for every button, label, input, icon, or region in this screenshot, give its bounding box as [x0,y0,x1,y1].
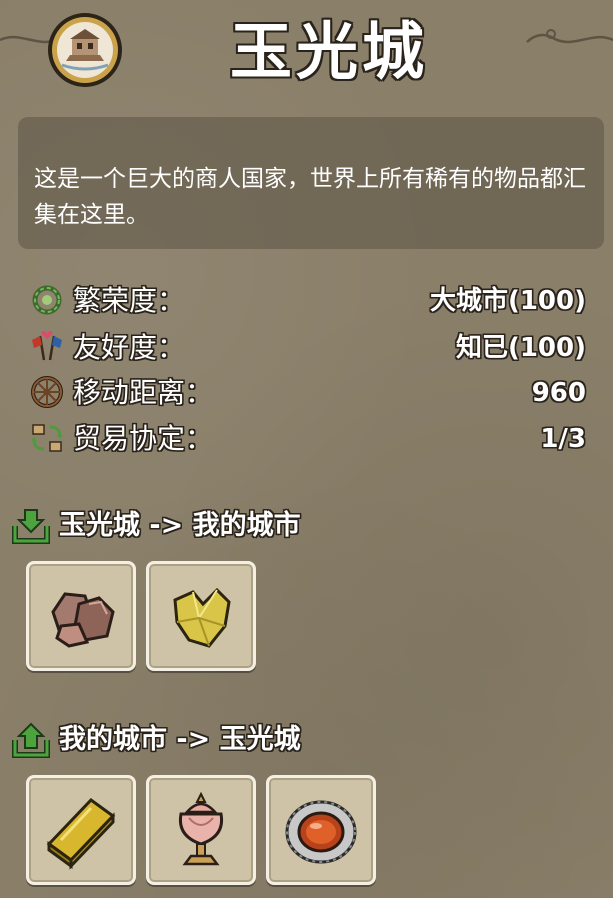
import-item-slot[interactable] [26,561,136,671]
stat-row-distance: 移动距离： 960 [30,373,586,413]
copper-ore-icon [51,592,115,648]
city-description: 这是一个巨大的商人国家，世界上所有稀有的物品都汇集在这里。 [34,166,586,228]
export-item-slot[interactable] [266,775,376,885]
stat-row-friendship: 友好度： 知已(100) [30,328,586,368]
stat-value: 大城市(100) [429,286,586,316]
stat-row-prosperity: 繁荣度： 大城市(100) [30,281,586,321]
export-route-label: 我的城市 -> 玉光城 [59,724,301,755]
harbor-emblem-icon[interactable] [46,11,124,89]
stat-label: 繁荣度： [73,284,186,317]
city-title: 玉光城 [230,15,429,88]
import-section-header: 玉光城 -> 我的城市 [12,506,412,546]
ornate-censer-icon [178,791,224,866]
import-route-label: 玉光城 -> 我的城市 [59,510,301,541]
gold-ore-icon [173,587,231,648]
stat-value: 1/3 [540,424,586,454]
wheel-icon [31,376,63,408]
export-item-slot[interactable] [26,775,136,885]
export-section-header: 我的城市 -> 玉光城 [12,720,412,760]
stat-value: 960 [531,378,586,408]
right-flourish-ornament [526,29,613,44]
gold-bar-icon [46,798,116,870]
stat-label: 移动距离： [73,376,214,409]
import-item-slot[interactable] [146,561,256,671]
export-item-slot[interactable] [146,775,256,885]
stat-label: 贸易协定： [73,422,214,455]
download-tray-icon [12,509,50,544]
description-panel: 这是一个巨大的商人国家，世界上所有稀有的物品都汇集在这里。 [18,117,604,249]
ruby-brooch-icon [285,800,357,864]
stat-value: 知已(100) [455,333,586,363]
stat-label: 友好度： [73,331,186,364]
trade-agreement-icon [31,424,63,452]
prosperity-wreath-icon [32,285,62,315]
upload-tray-icon [12,722,50,758]
friendship-flags-icon [32,331,62,361]
stat-row-trade-agreement: 贸易协定： 1/3 [30,419,586,459]
